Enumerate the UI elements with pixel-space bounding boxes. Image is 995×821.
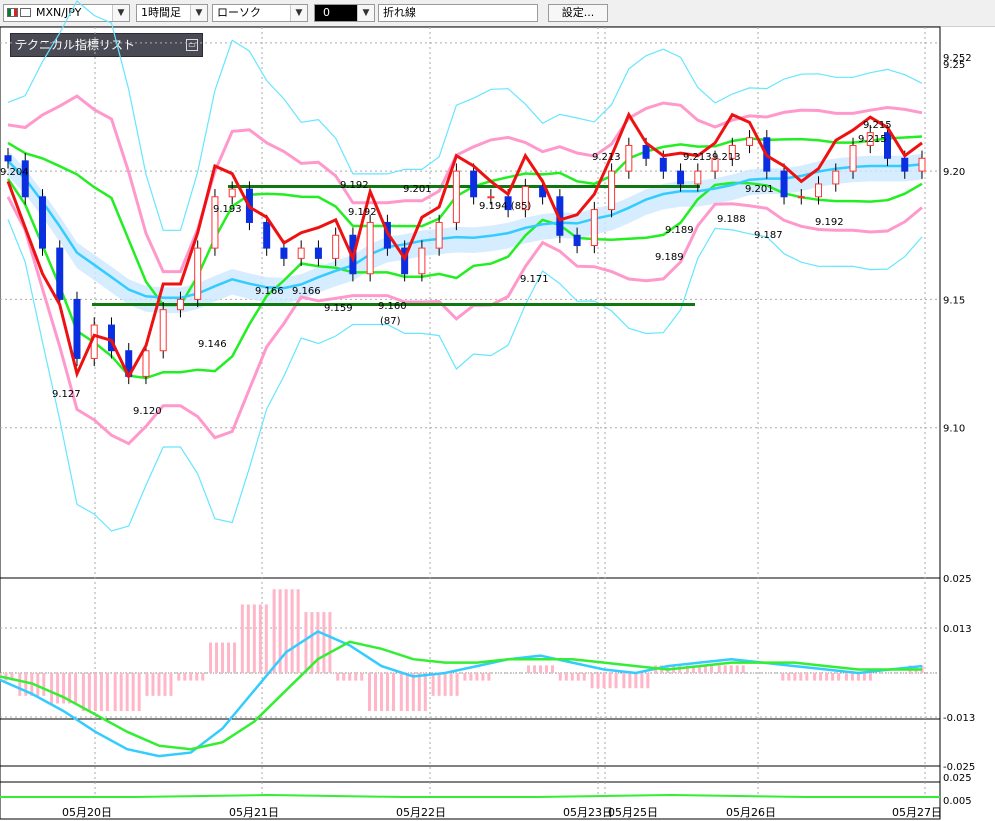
x-axis-label: 05月26日	[726, 806, 776, 819]
price-annotation: 9.189	[655, 252, 684, 263]
price-annotation: 9.192	[348, 207, 377, 218]
price-annotation: 9.127	[52, 389, 81, 400]
price-annotation: 9.189	[665, 225, 694, 236]
candle-up	[297, 247, 305, 259]
candle-down	[263, 221, 271, 249]
candle-up	[797, 196, 805, 199]
candle-up	[487, 196, 495, 199]
candle-down	[38, 196, 46, 249]
price-annotation: 9.166	[255, 286, 284, 297]
candle-down	[642, 144, 650, 159]
price-annotation: 9.159	[324, 303, 353, 314]
y-tick-label: 9.20	[943, 167, 965, 178]
candle-up	[746, 137, 754, 146]
price-annotation: 9.213	[683, 152, 712, 163]
price-annotation: 9.215	[863, 120, 892, 131]
price-annotation: 9.192	[815, 217, 844, 228]
sub-tick-label: 0.005	[943, 796, 972, 807]
macd-tick-label: 0.025	[943, 574, 972, 585]
price-annotation: 9.188	[717, 214, 746, 225]
candle-up	[159, 309, 167, 352]
candle-up	[694, 170, 702, 185]
x-axis-label: 05月23日	[563, 806, 613, 819]
macd-tick-label: -0.025	[943, 762, 975, 773]
x-axis-label: 05月22日	[396, 806, 446, 819]
candle-up	[194, 247, 202, 300]
x-axis-label: 05月27日	[892, 806, 942, 819]
candle-up	[228, 188, 236, 198]
candle-down	[56, 247, 64, 300]
macd-tick-label: 0.013	[943, 624, 972, 635]
candle-down	[73, 298, 81, 359]
price-annotation: 9.213	[712, 152, 741, 163]
price-annotation: 9.146	[198, 339, 227, 350]
price-annotation: 9.201	[745, 184, 774, 195]
price-annotation: 9.204	[0, 167, 29, 178]
price-annotation: 9.120	[133, 406, 162, 417]
y-tick-label: 9.10	[943, 424, 965, 435]
candle-up	[849, 144, 857, 172]
price-annotation: 9.192	[340, 180, 369, 191]
chart-canvas: 9.2529.259.209.159.100.0250.013-0.013-0.…	[0, 0, 975, 820]
candle-up	[418, 247, 426, 275]
candle-down	[573, 234, 581, 247]
candle-down	[780, 170, 788, 198]
candle-up	[590, 209, 598, 247]
candle-down	[280, 247, 288, 259]
price-annotation: 9.201	[403, 184, 432, 195]
chart-frame	[0, 26, 941, 820]
candle-down	[4, 155, 12, 162]
sub-tick-label: 0.025	[943, 773, 972, 784]
price-annotation: 9.215	[858, 134, 887, 145]
price-annotation: 9.193	[213, 204, 242, 215]
price-annotation: 9.187	[754, 230, 783, 241]
sub-indicator-line	[0, 793, 940, 798]
candle-up	[832, 170, 840, 185]
y-tick-label: 9.25	[943, 60, 965, 71]
x-axis-label: 05月25日	[608, 806, 658, 819]
price-annotation: 9.160	[378, 301, 407, 312]
candle-down	[470, 170, 478, 198]
price-annotation: 9.213	[592, 152, 621, 163]
candle-up	[918, 157, 926, 172]
price-annotation: 9.194 (85)	[479, 201, 531, 212]
candle-up	[142, 350, 150, 377]
candle-up	[625, 144, 633, 172]
price-annotation: 9.171	[520, 274, 549, 285]
price-annotation: (87)	[380, 316, 401, 327]
candle-down	[659, 157, 667, 172]
candle-down	[901, 157, 909, 172]
candle-up	[176, 298, 184, 311]
x-axis-label: 05月21日	[229, 806, 279, 819]
candle-up	[452, 170, 460, 223]
price-annotation: 9.166	[292, 286, 321, 297]
candle-up	[366, 221, 374, 275]
candle-down	[677, 170, 685, 185]
candle-up	[815, 183, 823, 198]
candle-down	[314, 247, 322, 259]
macd-tick-label: -0.013	[943, 713, 975, 724]
candle-up	[435, 221, 443, 249]
y-tick-label: 9.15	[943, 295, 965, 306]
x-axis-label: 05月20日	[62, 806, 112, 819]
candle-up	[608, 170, 616, 211]
candle-up	[332, 234, 340, 259]
